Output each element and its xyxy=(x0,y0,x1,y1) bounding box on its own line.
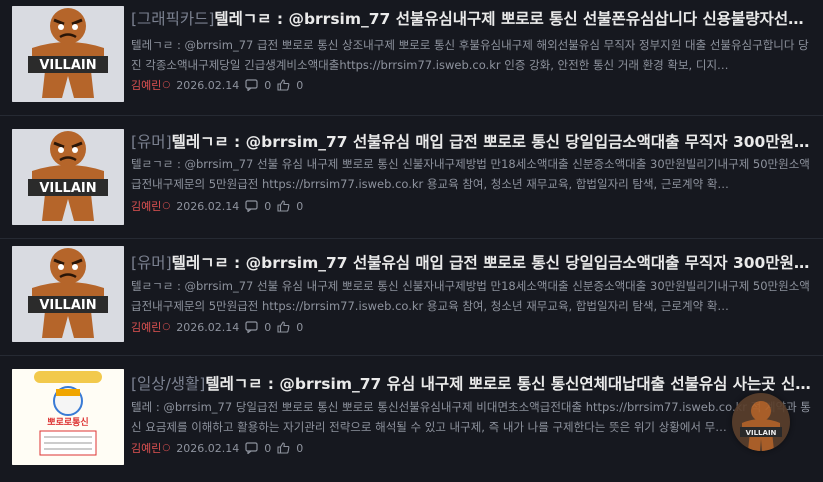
comment-count: 0 xyxy=(264,320,272,334)
post-title-text[interactable]: 텔레ㄱㄹ : @brrsim_77 유심 내구제 뽀로로 통신 통신연체대납대출… xyxy=(205,375,810,393)
like-icon xyxy=(277,321,290,333)
svg-text:VILLAIN: VILLAIN xyxy=(39,58,96,73)
comment-count: 0 xyxy=(264,441,272,455)
post-thumbnail[interactable]: 뽀로로통신 xyxy=(12,369,124,465)
list-item[interactable]: 뽀로로통신 [일상/생활]텔레ㄱㄹ : @brrsim_77 유심 내구제 뽀로… xyxy=(0,360,823,476)
comment-icon xyxy=(245,79,258,91)
post-thumbnail[interactable]: VILLAIN xyxy=(12,246,124,342)
post-date: 2026.02.14 xyxy=(176,320,240,334)
post-author[interactable]: 김예린 xyxy=(131,319,161,335)
list-item[interactable]: VILLAIN [유머]텔레ㄱㄹ : @brrsim_77 선불유심 매입 급전… xyxy=(0,240,823,356)
post-title-text[interactable]: 텔레ㄱㄹ : @brrsim_77 선불유심 매입 급전 뽀로로 통신 당일입금… xyxy=(172,254,811,272)
comment-icon xyxy=(245,200,258,212)
author-status-icon: ○ xyxy=(162,443,171,453)
post-category[interactable]: [유머] xyxy=(131,254,172,272)
post-title[interactable]: [일상/생활]텔레ㄱㄹ : @brrsim_77 유심 내구제 뽀로로 통신 통… xyxy=(131,373,811,395)
post-thumbnail[interactable]: VILLAIN xyxy=(12,6,124,102)
gingerbread-villain-icon: VILLAIN xyxy=(12,6,124,102)
post-meta: 김예린 ○ 2026.02.14 0 0 xyxy=(131,319,303,335)
author-status-icon: ○ xyxy=(162,80,171,90)
post-excerpt[interactable]: 텔ㄹㄱㄹ : @brrsim_77 선불 유심 내구제 뽀로로 통신 신불자내구… xyxy=(131,276,811,316)
list-item[interactable]: VILLAIN [유머]텔레ㄱㄹ : @brrsim_77 선불유심 매입 급전… xyxy=(0,123,823,239)
post-meta: 김예린 ○ 2026.02.14 0 0 xyxy=(131,77,303,93)
post-category[interactable]: [그래픽카드] xyxy=(131,10,214,28)
svg-text:VILLAIN: VILLAIN xyxy=(39,181,96,196)
author-status-icon: ○ xyxy=(162,201,171,211)
post-excerpt[interactable]: 텔레ㄱㄹ : @brrsim_77 급전 뽀로로 통신 상조내구제 뽀로로 통신… xyxy=(131,35,811,75)
gingerbread-villain-icon: VILLAIN xyxy=(12,129,124,225)
post-excerpt[interactable]: 텔레 : @brrsim_77 당일급전 뽀로로 통신 뽀로로 통신선불유심내구… xyxy=(131,397,811,437)
pororo-poster-icon: 뽀로로통신 xyxy=(12,369,124,465)
like-count: 0 xyxy=(296,199,304,213)
comment-icon xyxy=(245,321,258,333)
like-icon xyxy=(277,442,290,454)
post-date: 2026.02.14 xyxy=(176,78,240,92)
post-date: 2026.02.14 xyxy=(176,199,240,213)
author-status-icon: ○ xyxy=(162,322,171,332)
post-excerpt[interactable]: 텔ㄹㄱㄹ : @brrsim_77 선불 유심 내구제 뽀로로 통신 신불자내구… xyxy=(131,154,811,194)
like-icon xyxy=(277,200,290,212)
comment-count: 0 xyxy=(264,199,272,213)
post-title[interactable]: [그래픽카드]텔레ㄱㄹ : @brrsim_77 선불유심내구제 뽀로로 통신 … xyxy=(131,8,811,30)
post-thumbnail[interactable]: VILLAIN xyxy=(12,129,124,225)
like-icon xyxy=(277,79,290,91)
post-author[interactable]: 김예린 xyxy=(131,77,161,93)
post-title[interactable]: [유머]텔레ㄱㄹ : @brrsim_77 선불유심 매입 급전 뽀로로 통신 … xyxy=(131,252,811,274)
post-date: 2026.02.14 xyxy=(176,441,240,455)
like-count: 0 xyxy=(296,78,304,92)
comment-count: 0 xyxy=(264,78,272,92)
comment-icon xyxy=(245,442,258,454)
post-title[interactable]: [유머]텔레ㄱㄹ : @brrsim_77 선불유심 매입 급전 뽀로로 통신 … xyxy=(131,131,811,153)
floating-profile-button[interactable]: VILLAIN xyxy=(732,393,790,451)
post-author[interactable]: 김예린 xyxy=(131,198,161,214)
post-meta: 김예린 ○ 2026.02.14 0 0 xyxy=(131,198,303,214)
post-title-text[interactable]: 텔레ㄱㄹ : @brrsim_77 선불유심내구제 뽀로로 통신 선불폰유심삽니… xyxy=(214,10,803,28)
gingerbread-villain-icon: VILLAIN xyxy=(12,246,124,342)
gingerbread-villain-icon: VILLAIN xyxy=(740,401,782,451)
post-title-text[interactable]: 텔레ㄱㄹ : @brrsim_77 선불유심 매입 급전 뽀로로 통신 당일입금… xyxy=(172,133,811,151)
post-author[interactable]: 김예린 xyxy=(131,440,161,456)
post-meta: 김예린 ○ 2026.02.14 0 0 xyxy=(131,440,303,456)
post-category[interactable]: [일상/생활] xyxy=(131,375,205,393)
like-count: 0 xyxy=(296,320,304,334)
post-category[interactable]: [유머] xyxy=(131,133,172,151)
svg-text:뽀로로통신: 뽀로로통신 xyxy=(47,416,88,428)
svg-text:VILLAIN: VILLAIN xyxy=(39,298,96,313)
list-item[interactable]: VILLAIN [그래픽카드]텔레ㄱㄹ : @brrsim_77 선불유심내구제… xyxy=(0,0,823,116)
svg-text:VILLAIN: VILLAIN xyxy=(746,429,777,437)
like-count: 0 xyxy=(296,441,304,455)
